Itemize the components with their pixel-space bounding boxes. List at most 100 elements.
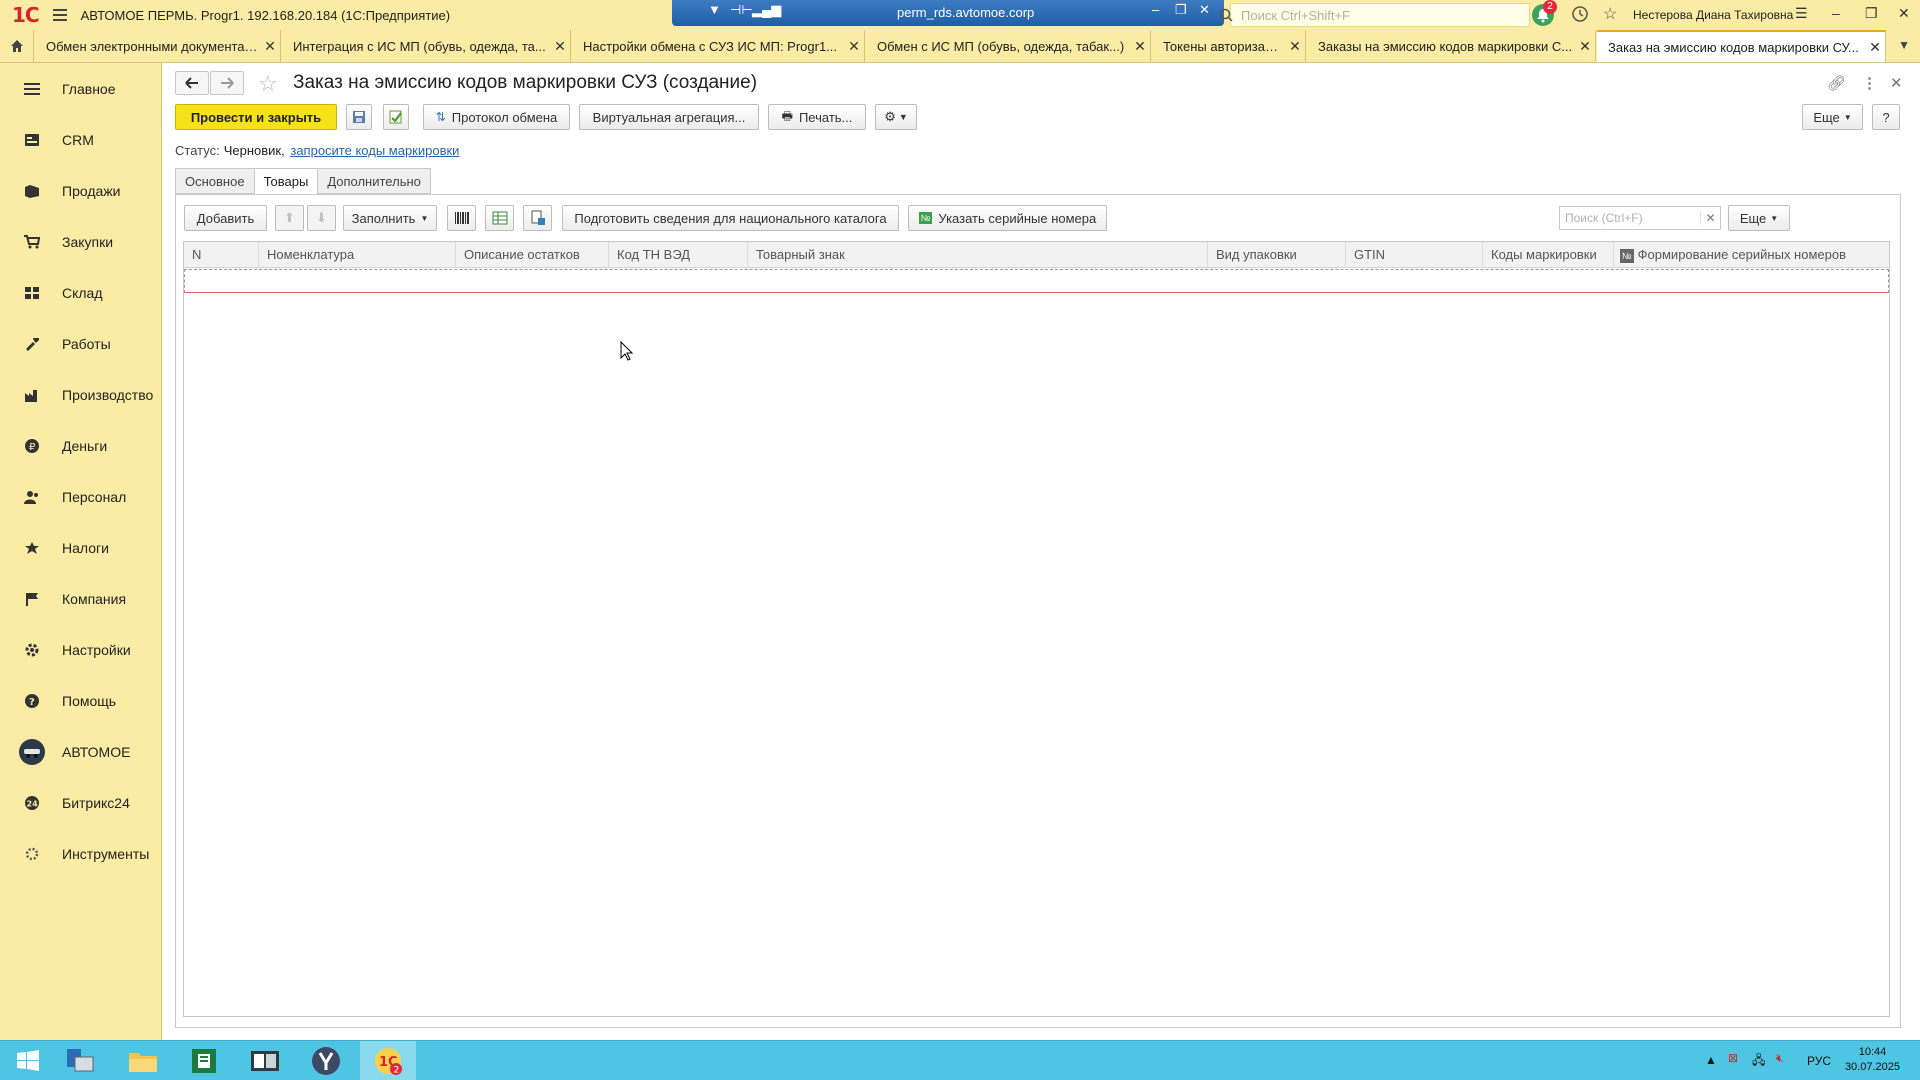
tray-network-icon[interactable]: 🖧︎ [1752, 1051, 1765, 1072]
tray-network-error-icon[interactable]: ⊠ [1728, 1051, 1738, 1065]
post-button[interactable] [383, 104, 409, 130]
new-table-row[interactable] [184, 269, 1889, 293]
help-button[interactable]: ? [1872, 104, 1900, 130]
column-header-number[interactable]: N [184, 242, 259, 268]
favorite-star-icon[interactable]: ☆ [258, 71, 278, 97]
close-form-icon[interactable]: ✕ [1890, 74, 1903, 92]
clear-search-icon[interactable]: ✕ [1700, 211, 1720, 225]
restore-icon[interactable]: ❐ [1865, 5, 1878, 22]
column-header-nomenclature[interactable]: Номенклатура [259, 242, 456, 268]
more-button[interactable]: Еще ▼ [1802, 104, 1863, 130]
request-codes-link[interactable]: запросите коды маркировки [290, 143, 459, 158]
tabs-list-dropdown-icon[interactable]: ▼ [1898, 38, 1910, 52]
tab-main[interactable]: Основное [175, 168, 255, 194]
sidebar-item-crm[interactable]: CRM [0, 120, 162, 160]
sidebar-item-personnel[interactable]: Персонал [0, 477, 162, 517]
move-down-button[interactable]: ⬇ [307, 205, 336, 231]
sidebar-item-sales[interactable]: Продажи [0, 171, 162, 211]
sidebar-item-warehouse[interactable]: Склад [0, 273, 162, 313]
add-row-button[interactable]: Добавить [184, 205, 267, 231]
rds-dropdown-icon[interactable]: ▼ [708, 2, 721, 17]
global-search-input[interactable]: Поиск Ctrl+Shift+F [1219, 3, 1530, 27]
column-header-tn-ved-code[interactable]: Код ТН ВЭД [609, 242, 748, 268]
close-tab-icon[interactable]: ✕ [260, 38, 280, 55]
column-header-package-type[interactable]: Вид упаковки [1208, 242, 1346, 268]
prepare-national-catalog-button[interactable]: Подготовить сведения для национального к… [562, 205, 899, 231]
close-window-icon[interactable]: ✕ [1898, 5, 1910, 22]
goods-more-button[interactable]: Еще ▼ [1728, 205, 1790, 231]
link-icon[interactable]: 🔗︎ [1827, 74, 1846, 92]
sidebar-item-production[interactable]: Производство [0, 375, 162, 415]
tab-goods[interactable]: Товары [253, 168, 319, 194]
sidebar-item-purchases[interactable]: Закупки [0, 222, 162, 262]
taskbar-yandex-browser[interactable] [298, 1041, 354, 1080]
start-button[interactable] [0, 1041, 56, 1080]
fill-dropdown-button[interactable]: Заполнить ▼ [343, 205, 437, 231]
minimize-icon[interactable]: – [1832, 5, 1840, 21]
sidebar-item-tools[interactable]: Инструменты [0, 834, 162, 874]
taskbar-excel[interactable] [176, 1041, 232, 1080]
open-tab-auth-tokens[interactable]: Токены авторизации ✕ [1152, 30, 1306, 62]
sidebar-item-bitrix24[interactable]: 24 Битрикс24 [0, 783, 162, 823]
sidebar-item-company[interactable]: Компания [0, 579, 162, 619]
close-tab-icon[interactable]: ✕ [1130, 38, 1150, 55]
specify-serial-numbers-button[interactable]: № Указать серийные номера [908, 205, 1107, 231]
close-tab-icon[interactable]: ✕ [1285, 38, 1305, 55]
tray-expand-icon[interactable]: ▲ [1705, 1053, 1717, 1067]
app-logo[interactable]: 1С [12, 3, 40, 27]
rds-close-icon[interactable]: ✕ [1199, 2, 1210, 18]
open-tab-ismp-exchange[interactable]: Обмен с ИС МП (обувь, одежда, табак...) ✕ [866, 30, 1151, 62]
close-tab-icon[interactable]: ✕ [844, 38, 864, 55]
sidebar-item-taxes[interactable]: Налоги [0, 528, 162, 568]
open-tab-ismp-integration[interactable]: Интеграция с ИС МП (обувь, одежда, та...… [282, 30, 571, 62]
forward-button[interactable] [210, 71, 244, 95]
open-tab-edo[interactable]: Обмен электронными документами ✕ [35, 30, 281, 62]
sidebar-item-main[interactable]: Главное [0, 69, 162, 109]
sidebar-item-help[interactable]: ? Помощь [0, 681, 162, 721]
tray-volume-muted-icon[interactable]: 🔇︎ [1776, 1051, 1784, 1066]
sidebar-item-avtomoe[interactable]: АВТОМОЕ [0, 732, 162, 772]
rds-restore-icon[interactable]: ❐ [1175, 2, 1187, 18]
keyboard-language[interactable]: РУС [1807, 1054, 1831, 1068]
close-tab-icon[interactable]: ✕ [1575, 38, 1595, 55]
current-user-name[interactable]: Нестерова Диана Тахировна [1633, 8, 1793, 22]
goods-search-input[interactable]: Поиск (Ctrl+F) ✕ [1559, 206, 1721, 230]
open-tab-suz-settings[interactable]: Настройки обмена с СУЗ ИС МП: Progr1... ✕ [572, 30, 865, 62]
taskbar-reader[interactable] [237, 1041, 293, 1080]
rds-pin-icon[interactable]: ⊣⊢ [730, 2, 753, 18]
save-button[interactable] [346, 104, 372, 130]
system-clock[interactable]: 10:44 30.07.2025 [1845, 1045, 1900, 1075]
tab-additional[interactable]: Дополнительно [317, 168, 431, 194]
more-actions-icon[interactable]: ⋮ [1862, 74, 1877, 92]
column-header-marking-codes[interactable]: Коды маркировки [1483, 242, 1614, 268]
rds-minimize-icon[interactable]: – [1152, 2, 1159, 17]
history-icon[interactable] [1571, 5, 1589, 23]
taskbar-1c-enterprise[interactable]: 1С 2 [360, 1041, 416, 1080]
sidebar-item-money[interactable]: ₽ Деньги [0, 426, 162, 466]
post-and-close-button[interactable]: Провести и закрыть [175, 104, 337, 130]
open-tab-orders-list[interactable]: Заказы на эмиссию кодов маркировки С... ✕ [1307, 30, 1596, 62]
column-header-serial-generation[interactable]: № Формирование серийных номеров [1614, 242, 1891, 268]
column-header-stock-description[interactable]: Описание остатков [456, 242, 609, 268]
main-menu-icon[interactable] [52, 9, 67, 21]
goods-table[interactable]: N Номенклатура Описание остатков Код ТН … [183, 241, 1890, 1017]
print-button[interactable]: 🖶︎ Печать... [768, 104, 866, 130]
virtual-aggregation-button[interactable]: Виртуальная агрегация... [579, 104, 759, 130]
taskbar-server-manager[interactable] [52, 1041, 108, 1080]
extra-tools-dropdown[interactable]: ⚙ ▼ [875, 104, 917, 130]
favorites-star-icon[interactable]: ☆ [1603, 4, 1617, 24]
home-button[interactable] [0, 30, 34, 62]
close-tab-icon[interactable]: ✕ [1865, 39, 1885, 56]
sidebar-item-works[interactable]: Работы [0, 324, 162, 364]
close-tab-icon[interactable]: ✕ [550, 38, 570, 55]
column-header-gtin[interactable]: GTIN [1346, 242, 1483, 268]
barcode-scan-button[interactable] [447, 205, 476, 231]
back-button[interactable] [175, 71, 209, 95]
settings-menu-icon[interactable]: ☰ [1795, 5, 1808, 22]
move-up-button[interactable]: ⬆ [275, 205, 304, 231]
open-tab-order-create[interactable]: Заказ на эмиссию кодов маркировки СУ... ✕ [1597, 30, 1886, 62]
load-from-file-button[interactable] [485, 205, 514, 231]
taskbar-file-explorer[interactable] [115, 1041, 171, 1080]
sidebar-item-settings[interactable]: Настройки [0, 630, 162, 670]
exchange-protocol-button[interactable]: ⇅ Протокол обмена [423, 104, 570, 130]
